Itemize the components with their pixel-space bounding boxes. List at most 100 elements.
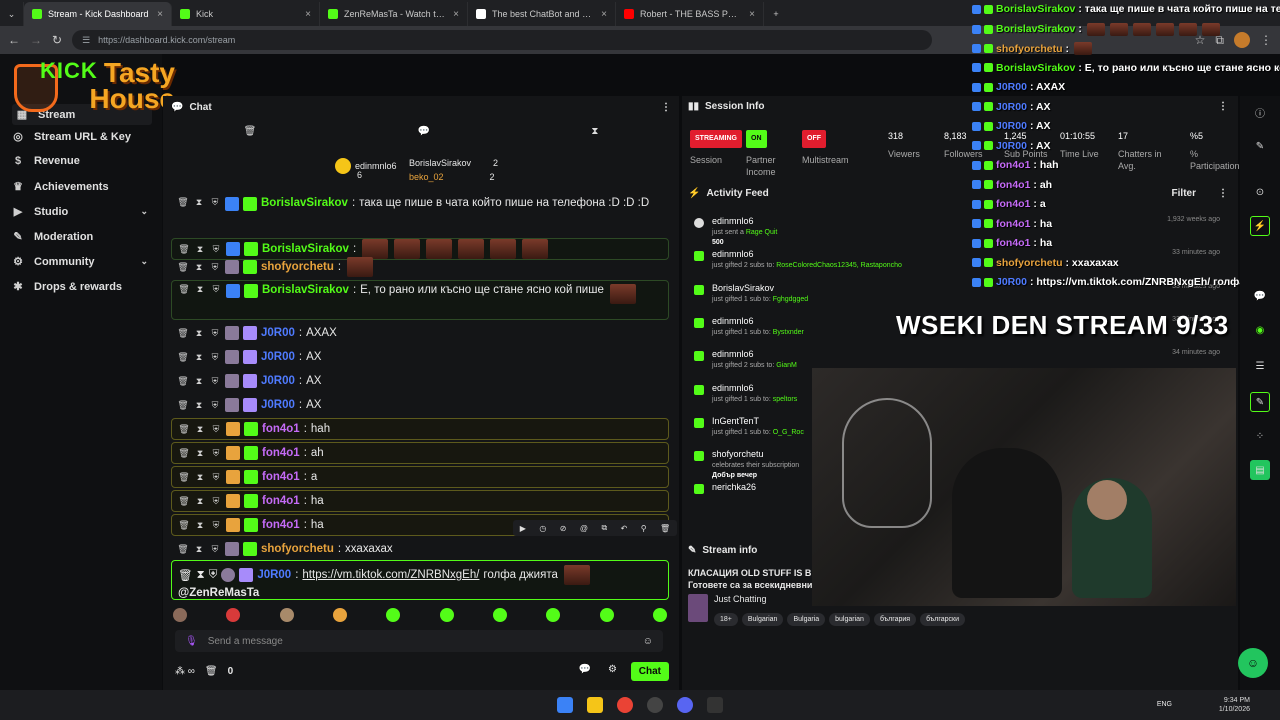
activity-user[interactable]: edinmnlo6 xyxy=(712,349,754,359)
slash-icon[interactable]: ⊘ xyxy=(560,524,567,533)
stream-tag[interactable]: bulgarian xyxy=(829,613,870,626)
close-icon[interactable]: × xyxy=(453,9,459,20)
chat-username[interactable]: BorislavSirakov xyxy=(262,243,349,255)
emote-button[interactable] xyxy=(599,608,614,622)
close-icon[interactable]: × xyxy=(157,9,163,20)
close-icon[interactable]: × xyxy=(305,9,311,20)
browser-tab[interactable]: Stream - Kick Dashboard × xyxy=(24,2,172,26)
chrome-icon[interactable] xyxy=(617,697,633,713)
hourglass-icon[interactable]: ⧗ xyxy=(194,520,206,531)
points-icon[interactable]: ⁂ ∞ xyxy=(175,666,195,677)
trash-icon[interactable]: 🗑 xyxy=(178,424,190,435)
trash-icon[interactable]: 🗑 xyxy=(178,496,190,507)
shield-icon[interactable]: ⛨ xyxy=(210,284,222,295)
chat-link[interactable]: https://vm.tiktok.com/ZNRBNxgEh/ xyxy=(302,569,479,581)
trash-icon[interactable]: 🗑 xyxy=(177,400,189,411)
undo-icon[interactable]: ↶ xyxy=(621,524,628,533)
new-tab-button[interactable]: + xyxy=(764,2,788,26)
browser-tab[interactable]: Kick × xyxy=(172,2,320,26)
shield-icon[interactable]: ⛨ xyxy=(209,400,221,411)
browser-tab[interactable]: ZenReMasTa - Watch the VOD × xyxy=(320,2,468,26)
trash-icon[interactable]: 🗑 xyxy=(244,126,257,142)
chat-message[interactable]: 🗑 ⧗ ⛨ fon4o1: ah xyxy=(171,442,669,464)
profile-icon[interactable] xyxy=(1234,32,1250,48)
taskbar-clock[interactable]: 9:34 PM 1/10/2026 xyxy=(1219,696,1250,714)
shield-icon[interactable]: ⛨ xyxy=(210,520,222,531)
chat-message[interactable]: 🗑 ⧗ ⛨ fon4o1: a xyxy=(171,466,669,488)
chat-username[interactable]: shofyorchetu xyxy=(261,543,334,555)
send-chat-button[interactable]: Chat xyxy=(630,662,669,681)
shield-icon[interactable]: ⛨ xyxy=(209,328,221,339)
hourglass-icon[interactable]: ⧗ xyxy=(194,244,206,255)
chat-icon[interactable]: 💬 xyxy=(1250,286,1270,306)
activity-user[interactable]: edinmnlo6 xyxy=(712,383,754,393)
session-menu-icon[interactable]: ⋮ xyxy=(1218,101,1228,112)
sidebar-item-revenue[interactable]: $ Revenue xyxy=(12,155,152,167)
emote-button[interactable] xyxy=(173,608,187,622)
stream-tag[interactable]: 18+ xyxy=(714,613,738,626)
chat-username[interactable]: J0R00 xyxy=(261,399,295,411)
emoji-icon[interactable]: ☺ xyxy=(643,636,653,647)
shield-icon[interactable]: ⛨ xyxy=(209,352,221,363)
hourglass-icon[interactable]: ⧗ xyxy=(193,376,205,387)
hourglass-icon[interactable]: ⧗ xyxy=(194,448,206,459)
target-icon[interactable]: ⊙ xyxy=(1250,182,1270,202)
trash-icon[interactable]: 🗑 xyxy=(177,328,189,339)
trash-icon[interactable]: 🗑 xyxy=(177,544,189,555)
hourglass-icon[interactable]: ⧗ xyxy=(193,262,205,273)
activity-user[interactable]: BorislavSirakov xyxy=(712,283,774,293)
sidebar-item-achievements[interactable]: ♛ Achievements xyxy=(12,180,152,194)
menu-icon[interactable]: ⋮ xyxy=(1260,33,1272,47)
copy-icon[interactable]: ⧉ xyxy=(601,523,607,533)
chart-icon[interactable]: ▤ xyxy=(1250,460,1270,480)
activity-filter-button[interactable]: Filter xyxy=(1172,188,1196,199)
trash-icon[interactable]: 🗑 xyxy=(178,284,190,295)
emote-button[interactable] xyxy=(652,608,667,622)
shield-icon[interactable]: ⛨ xyxy=(210,472,222,483)
start-icon[interactable] xyxy=(557,697,573,713)
chat-username[interactable]: fon4o1 xyxy=(262,423,300,435)
url-field[interactable]: ☰ https://dashboard.kick.com/stream xyxy=(72,30,933,50)
activity-user[interactable]: InGentTenT xyxy=(712,416,759,426)
chat-username[interactable]: BorislavSirakov xyxy=(261,197,348,209)
emote-button[interactable] xyxy=(226,608,241,622)
sidebar-item-community[interactable]: ⚙ Community ⌄ xyxy=(12,255,152,269)
shield-icon[interactable]: ⛨ xyxy=(210,496,222,507)
chat-message-last[interactable]: 🗑 ⧗ ⛨ J0R00: https://vm.tiktok.com/ZNRBN… xyxy=(171,560,669,600)
shield-icon[interactable]: ⛨ xyxy=(210,424,222,435)
emote-button[interactable] xyxy=(492,608,507,622)
emote-button[interactable] xyxy=(386,608,401,622)
chat-username[interactable]: fon4o1 xyxy=(262,495,300,507)
activity-user[interactable]: edinmnlo6 xyxy=(712,316,754,326)
support-chat-button[interactable]: ☺ xyxy=(1238,648,1268,678)
wrench-icon[interactable]: ✎ xyxy=(1250,392,1270,412)
hourglass-icon[interactable]: ⧗ xyxy=(193,400,205,411)
bolt-icon[interactable]: ⚡ xyxy=(1250,216,1270,236)
close-icon[interactable]: × xyxy=(749,9,755,20)
activity-user[interactable]: edinmnlo6 xyxy=(712,249,754,259)
emote-button[interactable] xyxy=(546,608,561,622)
stream-tag[interactable]: Bulgaria xyxy=(787,613,826,626)
broadcast-icon[interactable]: ◉ xyxy=(1250,320,1270,340)
chat-message[interactable]: 🗑 ⧗ ⛨ shofyorchetu: ххахахах xyxy=(171,538,669,560)
trash-icon[interactable]: 🗑 xyxy=(177,376,189,387)
chat-message[interactable]: 🗑 ⧗ ⛨ BorislavSirakov: така ще пише в чата к… xyxy=(171,194,669,230)
chat-message[interactable]: 🗑 ⧗ ⛨ J0R00: AX xyxy=(171,394,669,416)
shield-icon[interactable]: ⛨ xyxy=(209,376,221,387)
pin-icon[interactable]: ⚲ xyxy=(641,524,647,533)
chat-username[interactable]: fon4o1 xyxy=(262,471,300,483)
hourglass-icon[interactable]: ⧗ xyxy=(591,126,598,142)
at-icon[interactable]: @ xyxy=(580,524,588,533)
activity-item[interactable]: edinmnlo6 just sent a Rage Quit 500 1,932 w… xyxy=(692,216,1232,246)
chat-message[interactable]: 🗑 ⧗ ⛨ J0R00: AXAX xyxy=(171,322,669,344)
chat-message[interactable]: 🗑 ⧗ ⛨ BorislavSirakov: Е, то рано или късно … xyxy=(171,280,669,320)
apps-icon[interactable]: ⁘ xyxy=(1250,426,1270,446)
pencil-icon[interactable]: ✎ xyxy=(1250,136,1270,156)
discord-icon[interactable] xyxy=(677,697,693,713)
terminal-icon[interactable] xyxy=(707,697,723,713)
hourglass-icon[interactable]: ⧗ xyxy=(193,197,205,208)
stream-tag[interactable]: български xyxy=(920,613,965,626)
sidebar-item-stream-url-key[interactable]: ◎ Stream URL & Key xyxy=(12,130,152,144)
emote-button[interactable] xyxy=(279,608,294,622)
chat-message[interactable]: 🗑 ⧗ ⛨ shofyorchetu: xyxy=(171,256,669,278)
